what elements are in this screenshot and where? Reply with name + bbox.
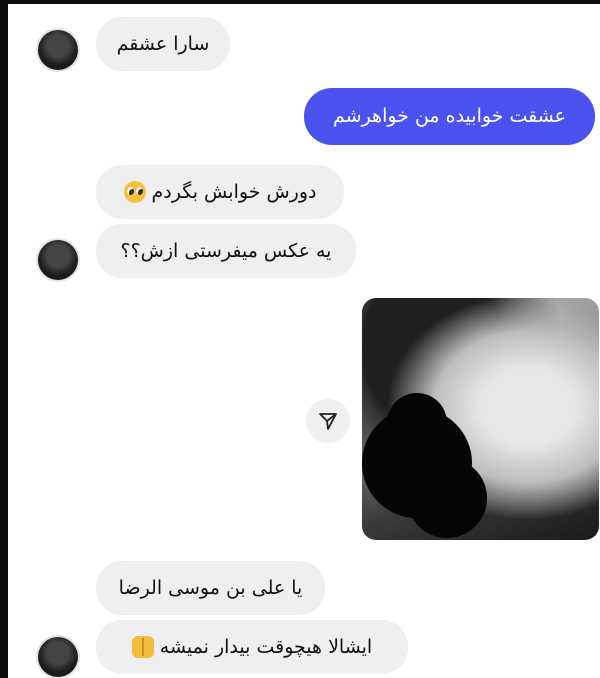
send-icon xyxy=(319,413,337,430)
contact-avatar[interactable] xyxy=(38,30,78,70)
left-edge xyxy=(0,0,8,678)
message-sent-1[interactable]: عشقت خوابیده من خواهرشم xyxy=(304,88,595,145)
contact-avatar[interactable] xyxy=(38,240,78,280)
share-button[interactable] xyxy=(306,399,350,443)
top-edge xyxy=(0,0,600,4)
message-received-1[interactable]: سارا عشقم xyxy=(96,17,230,71)
message-text: یا علی بن موسی الرضا xyxy=(118,576,303,599)
shared-photo[interactable] xyxy=(362,298,599,540)
censor-blur xyxy=(407,458,487,538)
pleading-face-emoji-icon xyxy=(123,181,146,203)
palms-up-together-emoji-icon xyxy=(131,636,154,658)
message-text: ایشالا هیچوقت بیدار نمیشه xyxy=(159,635,373,658)
message-received-5[interactable]: ایشالا هیچوقت بیدار نمیشه xyxy=(96,620,408,674)
message-received-3[interactable]: یه عکس میفرستی ازش؟؟ xyxy=(96,224,356,278)
message-text: سارا عشقم xyxy=(116,32,210,55)
message-received-4[interactable]: یا علی بن موسی الرضا xyxy=(96,561,325,615)
message-text: دورش خوابش بگردم xyxy=(151,180,317,203)
message-text: یه عکس میفرستی ازش؟؟ xyxy=(120,239,332,262)
contact-avatar[interactable] xyxy=(38,637,78,677)
message-text: عشقت خوابیده من خواهرشم xyxy=(333,105,567,127)
message-received-2[interactable]: دورش خوابش بگردم xyxy=(96,165,344,219)
censor-blur xyxy=(387,393,447,453)
